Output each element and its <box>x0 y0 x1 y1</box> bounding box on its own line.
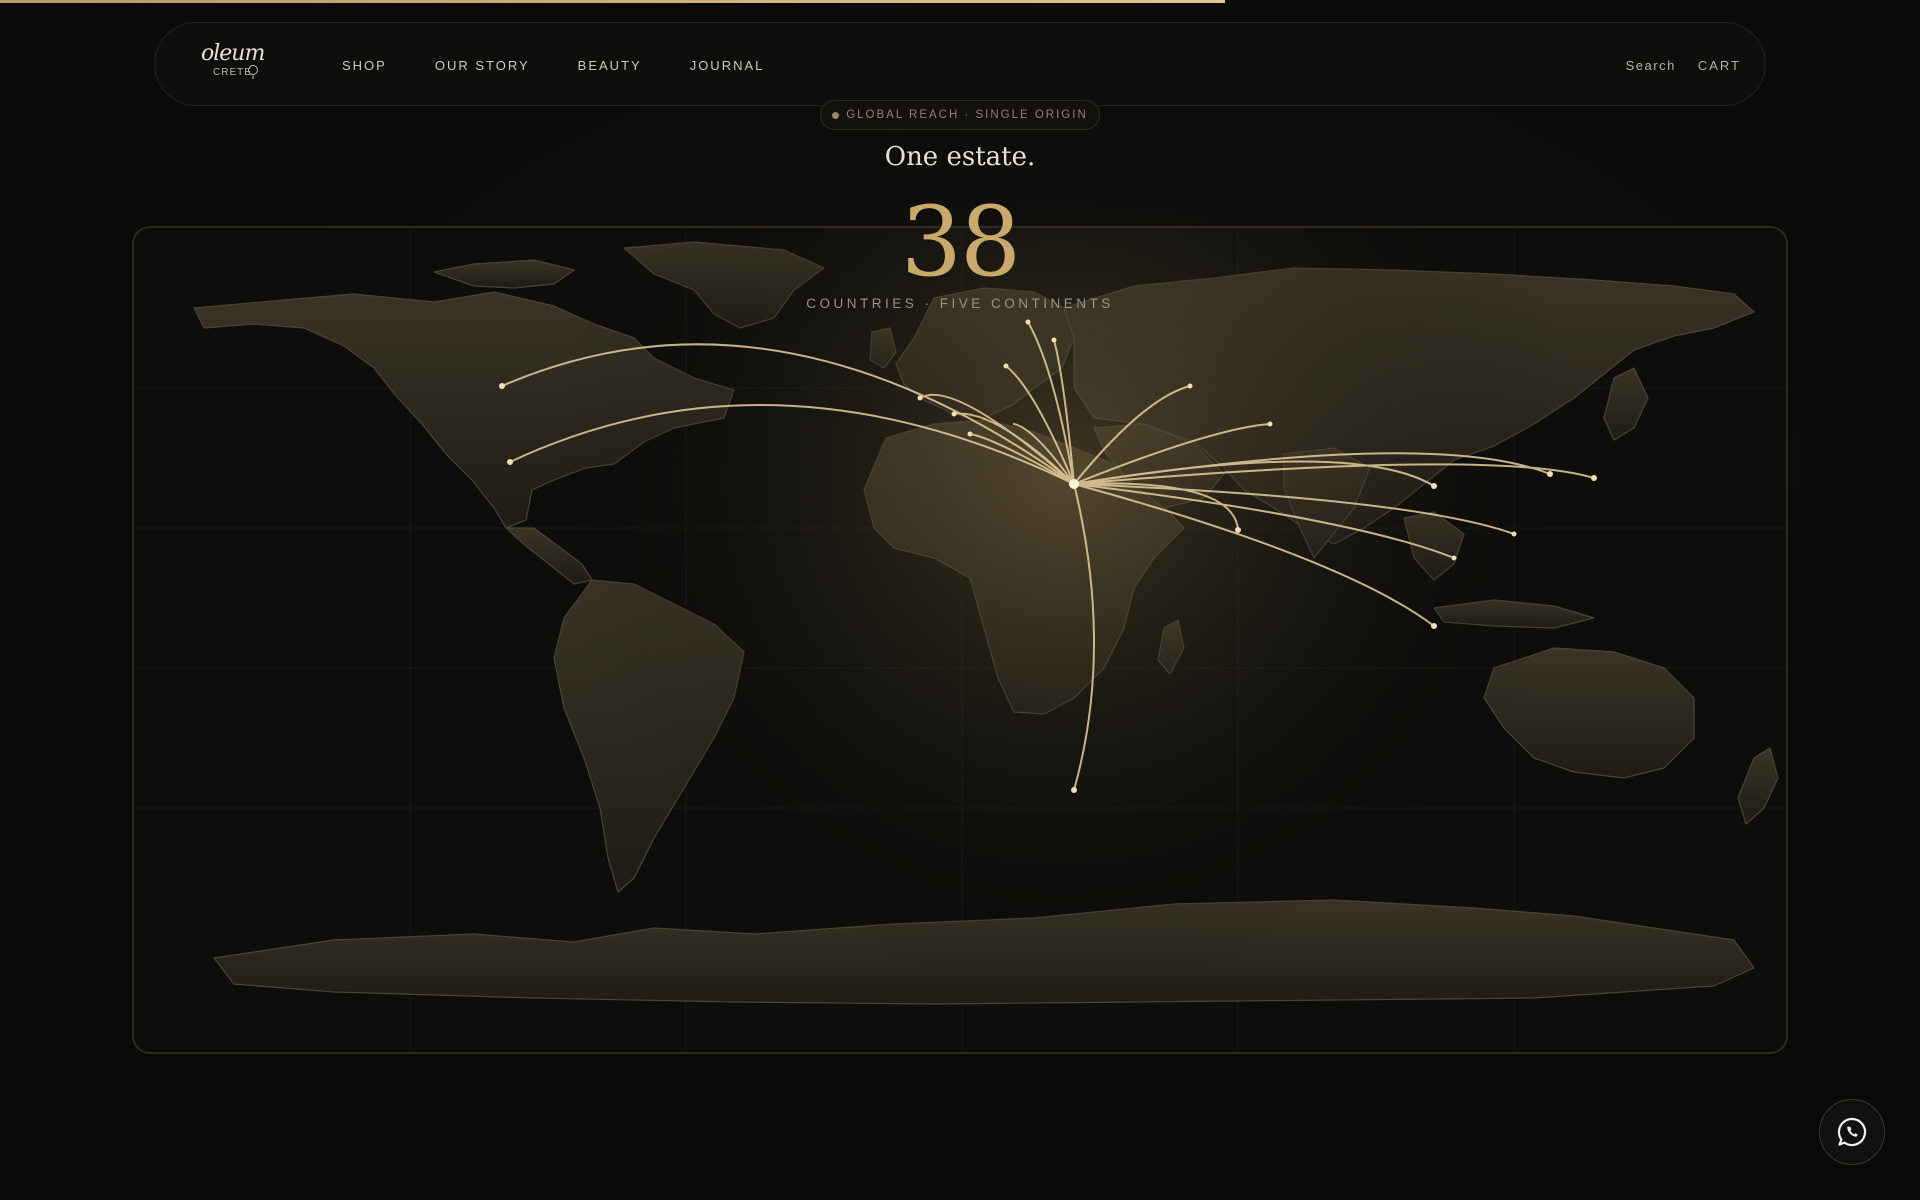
nav-journal[interactable]: JOURNAL <box>690 58 765 73</box>
scroll-progress-bar <box>0 0 1920 3</box>
site-header: oleum CRETE SHOP OUR STORY BEAUTY JOURNA… <box>154 22 1766 106</box>
whatsapp-icon <box>1837 1117 1867 1147</box>
whatsapp-button[interactable] <box>1819 1099 1885 1165</box>
hero-headline: One estate. <box>884 142 1036 172</box>
countries-count: 38 <box>900 186 1021 298</box>
eyebrow-text: GLOBAL REACH · SINGLE ORIGIN <box>846 109 1088 121</box>
logo-wordmark: oleum <box>201 41 265 66</box>
origin-glow <box>134 228 1786 1052</box>
main-nav: SHOP OUR STORY BEAUTY JOURNAL <box>342 23 812 107</box>
countries-label: COUNTRIES · FIVE CONTINENTS <box>806 296 1114 311</box>
header-actions: Search CART <box>1626 23 1741 107</box>
olive-tree-icon <box>248 65 258 79</box>
brand-logo[interactable]: oleum CRETE <box>201 41 275 89</box>
eyebrow-dot-icon <box>832 111 840 119</box>
world-map-card <box>132 226 1788 1054</box>
nav-our-story[interactable]: OUR STORY <box>435 58 530 73</box>
search-link[interactable]: Search <box>1626 58 1676 73</box>
cart-link[interactable]: CART <box>1698 58 1741 73</box>
nav-beauty[interactable]: BEAUTY <box>578 58 642 73</box>
world-map <box>134 228 1786 1052</box>
origin-point-crete <box>1069 479 1079 489</box>
page: oleum CRETE SHOP OUR STORY BEAUTY JOURNA… <box>0 0 1920 1200</box>
eyebrow-pill: GLOBAL REACH · SINGLE ORIGIN <box>820 100 1100 130</box>
scroll-progress-fill <box>0 0 1225 3</box>
nav-shop[interactable]: SHOP <box>342 58 387 73</box>
